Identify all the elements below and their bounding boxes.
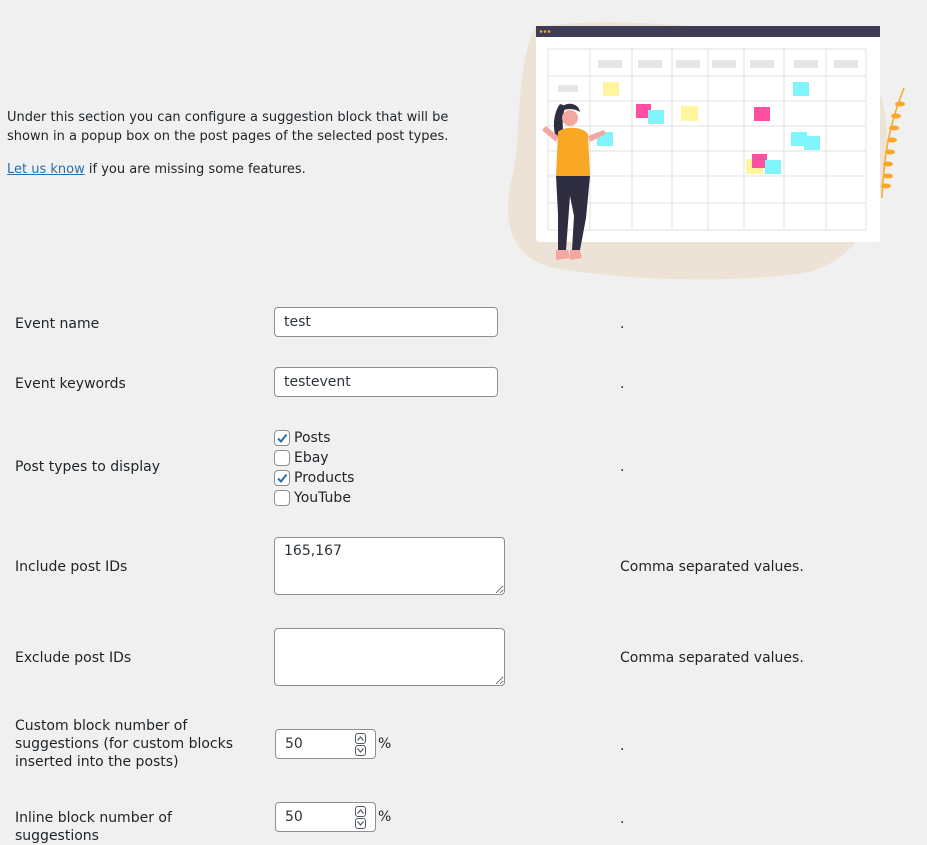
window-title-bar [536, 26, 880, 37]
window-dot [547, 30, 551, 33]
event-name-input[interactable] [274, 307, 498, 337]
posts-checkbox[interactable] [274, 430, 290, 446]
inline-block-number-input[interactable]: 50 [275, 802, 376, 832]
inline-block-desc: . [620, 811, 625, 827]
calendar-illustration [508, 22, 905, 280]
sticky-note [603, 82, 619, 96]
sticky-note [754, 107, 770, 121]
post-types-checklist: Posts Ebay Products YouTube [274, 428, 354, 508]
intro-section: Under this section you can configure a s… [7, 108, 487, 193]
inline-block-number-wrap: 50 % [275, 802, 391, 832]
post-type-option-products[interactable]: Products [274, 468, 354, 488]
custom-block-number-wrap: 50 % [275, 729, 391, 759]
sticky-note [752, 154, 767, 168]
event-name-desc: . [620, 316, 625, 332]
let-us-know-link[interactable]: Let us know [7, 162, 85, 177]
ebay-option-label: Ebay [294, 450, 329, 466]
youtube-option-label: YouTube [294, 490, 351, 506]
custom-block-label: Custom block number of suggestions (for … [15, 718, 234, 770]
include-ids-textarea[interactable]: 165,167 [274, 537, 505, 595]
sticky-note [681, 106, 698, 121]
inline-block-unit: % [378, 809, 392, 825]
inline-block-label: Inline block number of suggestions [15, 810, 172, 844]
event-keywords-desc: . [620, 376, 625, 392]
event-keywords-input[interactable] [274, 367, 498, 397]
posts-option-label: Posts [294, 430, 331, 446]
spin-down-icon[interactable] [355, 744, 366, 756]
feedback-line: Let us know if you are missing some feat… [7, 160, 487, 179]
include-ids-label: Include post IDs [15, 559, 128, 575]
sticky-note [765, 160, 781, 174]
products-option-label: Products [294, 470, 355, 486]
spin-up-icon[interactable] [355, 805, 366, 817]
custom-block-number-input[interactable]: 50 [275, 729, 376, 759]
exclude-ids-textarea[interactable] [274, 628, 505, 686]
sticky-note [804, 136, 820, 150]
window-dot [539, 30, 543, 33]
post-type-option-ebay[interactable]: Ebay [274, 448, 354, 468]
intro-text: Under this section you can configure a s… [7, 110, 449, 144]
window-dot [543, 30, 547, 33]
post-types-desc: . [620, 459, 625, 475]
youtube-checkbox[interactable] [274, 490, 290, 506]
products-checkbox[interactable] [274, 470, 290, 486]
feedback-suffix: if you are missing some features. [84, 162, 306, 177]
exclude-ids-label: Exclude post IDs [15, 650, 132, 666]
exclude-ids-desc: Comma separated values. [620, 650, 804, 666]
checkmark-icon [277, 433, 288, 444]
ebay-checkbox[interactable] [274, 450, 290, 466]
inline-block-spinner[interactable] [355, 805, 366, 829]
post-type-option-posts[interactable]: Posts [274, 428, 354, 448]
include-ids-desc: Comma separated values. [620, 559, 804, 575]
custom-block-unit: % [378, 736, 392, 752]
custom-block-spinner[interactable] [355, 732, 366, 756]
post-types-label: Post types to display [15, 459, 160, 475]
post-type-option-youtube[interactable]: YouTube [274, 488, 354, 508]
event-keywords-label: Event keywords [15, 376, 126, 392]
custom-block-value: 50 [285, 736, 303, 752]
spin-down-icon[interactable] [355, 817, 366, 829]
checkmark-icon [277, 473, 288, 484]
custom-block-desc: . [620, 738, 625, 754]
spin-up-icon[interactable] [355, 732, 366, 744]
event-name-label: Event name [15, 316, 100, 332]
sticky-note [648, 110, 664, 124]
sticky-note [793, 82, 809, 96]
inline-block-value: 50 [285, 809, 303, 825]
